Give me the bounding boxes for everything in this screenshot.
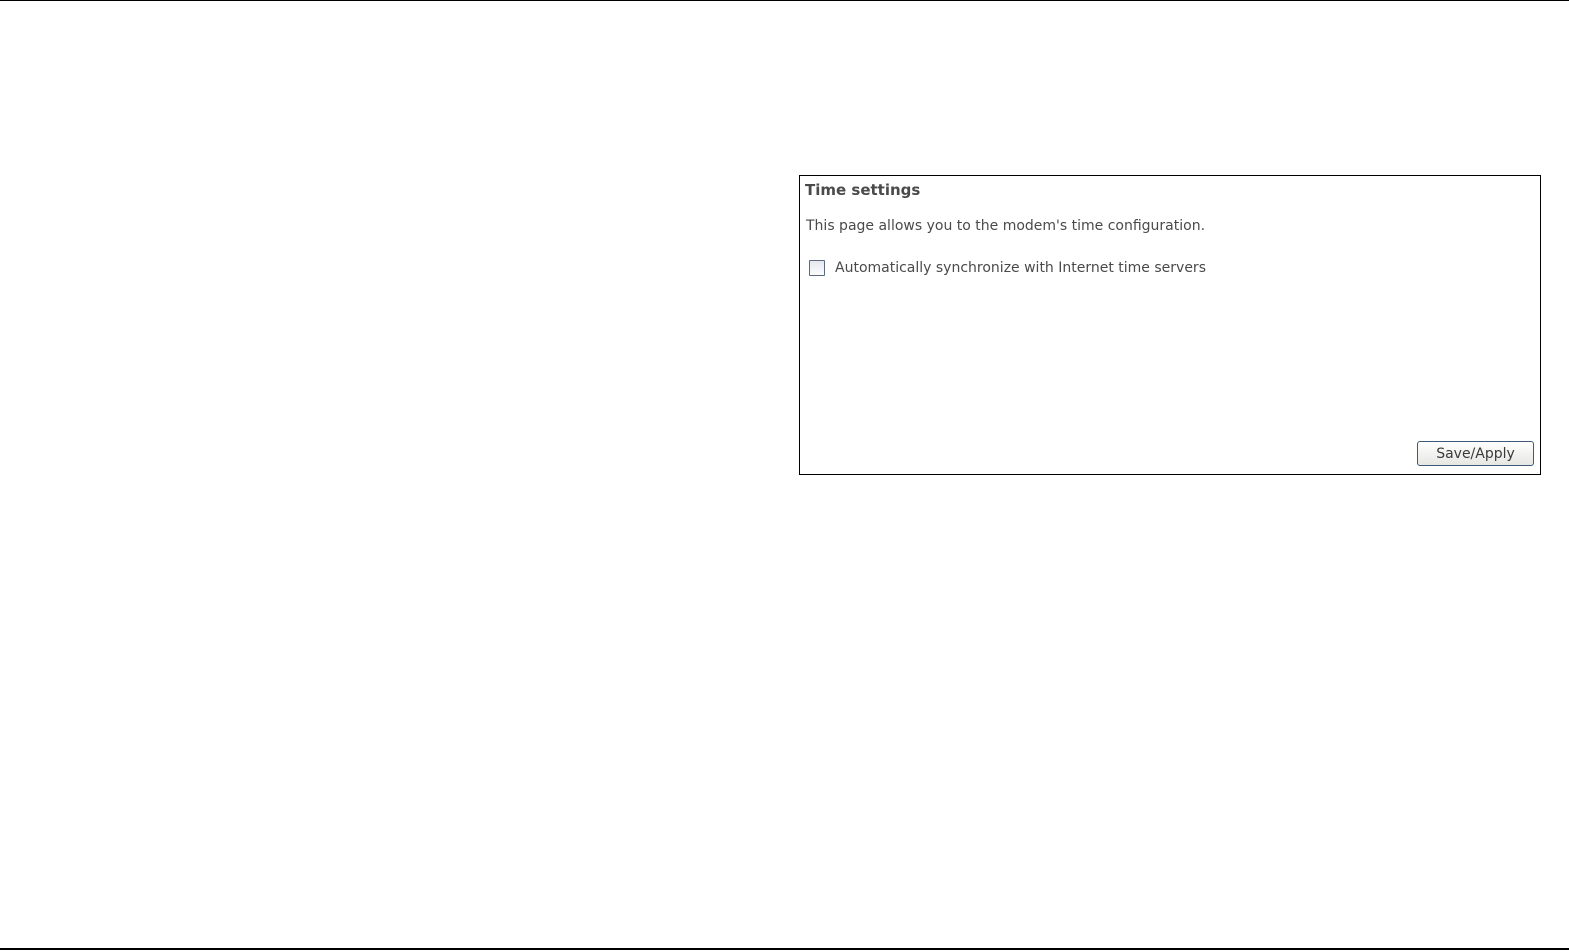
auto-sync-checkbox[interactable] (809, 260, 825, 276)
page-description: This page allows you to the modem's time… (806, 218, 1206, 234)
save-apply-button[interactable]: Save/Apply (1417, 441, 1534, 466)
auto-sync-label[interactable]: Automatically synchronize with Internet … (835, 260, 1206, 276)
page-title: Time settings (805, 181, 921, 199)
auto-sync-option[interactable]: Automatically synchronize with Internet … (809, 258, 1206, 278)
time-settings-panel: Time settings This page allows you to th… (799, 175, 1541, 475)
top-divider (0, 0, 1569, 1)
bottom-divider (0, 948, 1569, 950)
